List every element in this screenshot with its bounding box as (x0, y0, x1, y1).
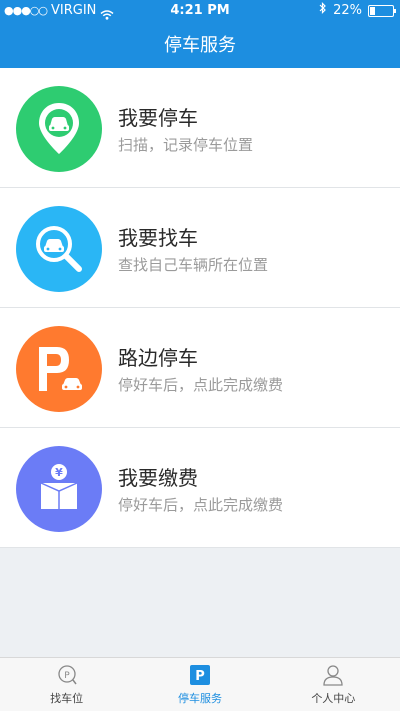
menu-item-find-car[interactable]: 我要找车 查找自己车辆所在位置 (0, 188, 400, 308)
top-bar: ●●●○○ VIRGIN 4:21 PM 22% 停车服务 (0, 0, 400, 68)
tab-parking-service[interactable]: P 停车服务 (133, 658, 266, 711)
parking-p-icon (16, 326, 102, 412)
status-bar: ●●●○○ VIRGIN 4:21 PM 22% (0, 0, 400, 22)
tab-profile[interactable]: 个人中心 (267, 658, 400, 711)
menu-item-park[interactable]: 我要停车 扫描，记录停车位置 (0, 68, 400, 188)
svg-text:P: P (195, 669, 205, 684)
tab-find-spot[interactable]: P 找车位 (0, 658, 133, 711)
menu-item-title: 我要停车 (118, 106, 198, 130)
battery-percent: 22% (333, 3, 362, 18)
tab-label: 个人中心 (311, 692, 356, 705)
map-pin-car-icon (16, 86, 102, 172)
parking-square-icon: P (188, 663, 212, 687)
menu-item-roadside-parking[interactable]: 路边停车 停好车后，点此完成缴费 (0, 308, 400, 428)
menu-item-pay[interactable]: ¥ 我要缴费 停好车后，点此完成缴费 (0, 428, 400, 548)
menu-item-title: 我要找车 (118, 226, 198, 250)
menu-item-subtitle: 查找自己车辆所在位置 (118, 256, 269, 274)
menu-item-subtitle: 停好车后，点此完成缴费 (118, 496, 284, 514)
parking-circle-icon: P (55, 663, 79, 687)
yen-box-icon: ¥ (16, 446, 102, 532)
menu-item-subtitle: 扫描，记录停车位置 (118, 136, 254, 154)
bluetooth-icon (319, 0, 327, 22)
tab-label: 停车服务 (177, 692, 222, 705)
magnifier-car-icon (16, 206, 102, 292)
user-icon (321, 663, 345, 687)
menu-item-subtitle: 停好车后，点此完成缴费 (118, 376, 284, 394)
service-list: 我要停车 扫描，记录停车位置 我要找车 查找自己车辆所在位置 路边停车 停好车后… (0, 68, 400, 548)
battery-icon (368, 5, 396, 17)
tab-bar: P 找车位 P 停车服务 个人中心 (0, 657, 400, 711)
tab-label: 找车位 (50, 692, 84, 705)
svg-text:P: P (64, 671, 70, 681)
menu-item-title: 路边停车 (118, 346, 198, 370)
page-title: 停车服务 (164, 35, 236, 56)
svg-text:¥: ¥ (55, 466, 63, 479)
menu-item-title: 我要缴费 (118, 466, 198, 490)
